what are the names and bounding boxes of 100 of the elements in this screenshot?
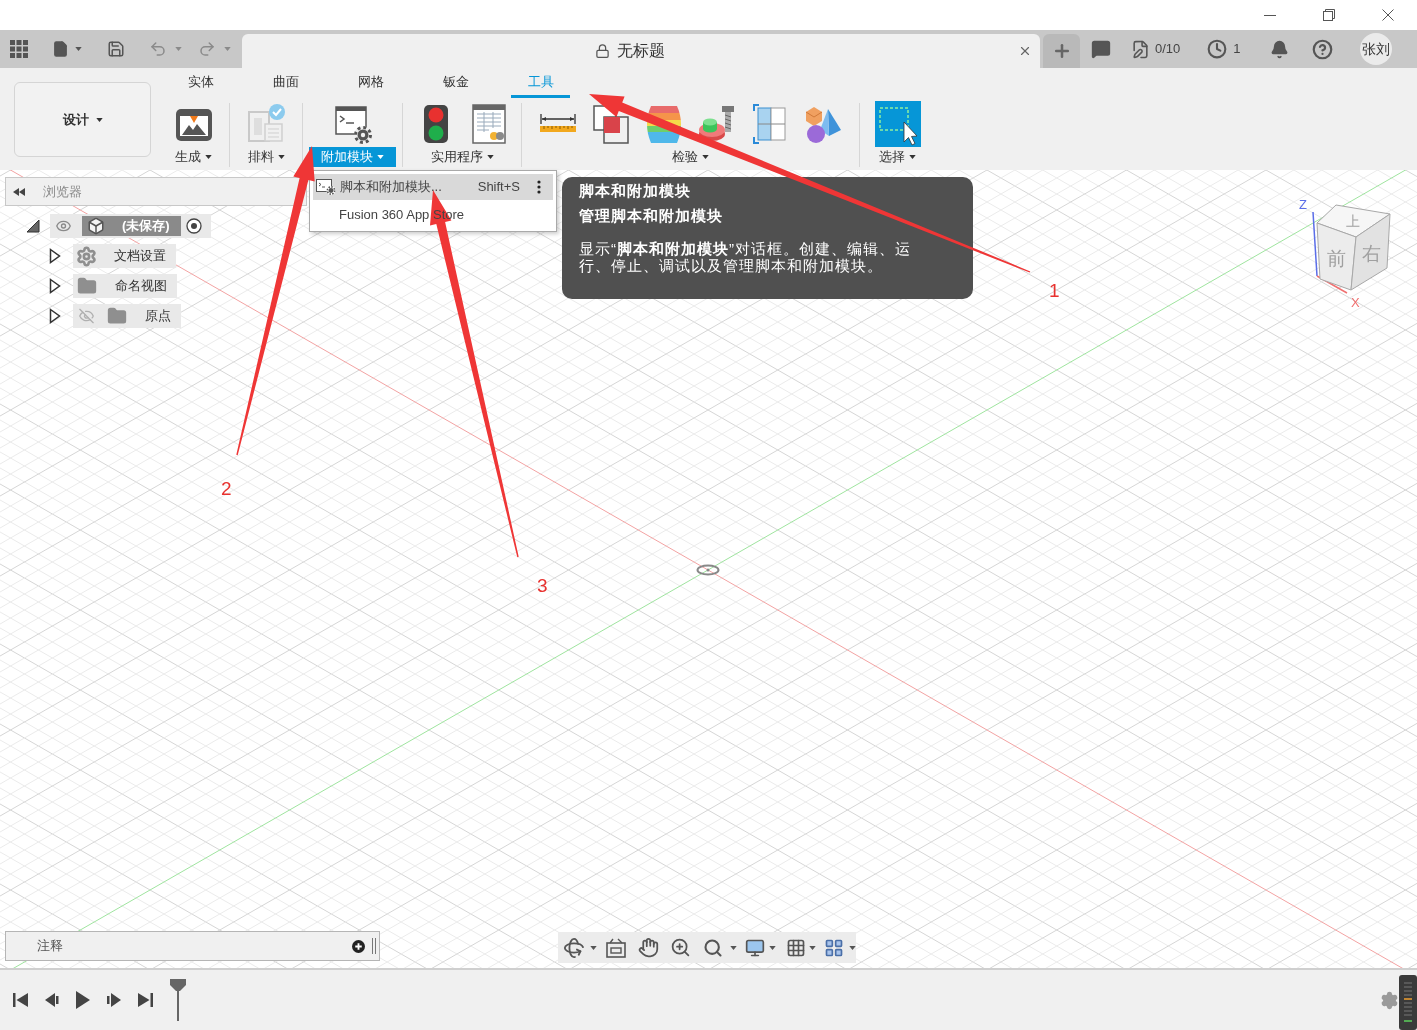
close-tab-icon[interactable] (1018, 44, 1032, 58)
caret-icon (486, 155, 494, 159)
display-monitor-icon[interactable] (745, 937, 765, 958)
tree-node[interactable]: 命名视图 (73, 274, 177, 298)
ribbon-tab[interactable]: 网格 (328, 68, 413, 100)
minimize-icon (1263, 14, 1276, 16)
document-tab[interactable]: 无标题 (242, 34, 1040, 68)
redo-icon (198, 40, 216, 58)
ribbon-tab[interactable]: 实体 (158, 68, 243, 100)
group-menu-button[interactable]: 实用程序 (418, 147, 506, 167)
apps-grid-icon[interactable] (10, 40, 28, 58)
folder-icon (76, 276, 98, 296)
cube-face-label: 前 (1326, 247, 1346, 269)
node-label: 原点 (145, 307, 171, 326)
node-label: 文档设置 (114, 247, 166, 266)
annotation-number: 1 (1049, 280, 1060, 302)
caret-icon[interactable] (769, 945, 776, 950)
menu-item[interactable]: 脚本和附加模块... Shift+S (313, 174, 553, 200)
timeline-marker-icon[interactable] (170, 979, 186, 1021)
skip-start-icon[interactable] (13, 992, 29, 1008)
select-cursor-icon[interactable] (874, 100, 921, 147)
grip-handle-icon[interactable] (372, 938, 376, 954)
axis-label: X (1351, 295, 1360, 310)
file-icon (52, 39, 69, 59)
add-circle-icon[interactable] (352, 939, 365, 953)
caret-icon[interactable] (809, 945, 816, 950)
close-icon (1381, 9, 1394, 21)
bell-icon[interactable] (1269, 39, 1289, 59)
pan-hand-icon[interactable] (638, 937, 659, 958)
skip-end-icon[interactable] (137, 992, 153, 1008)
user-avatar[interactable]: 张刘 (1359, 33, 1392, 65)
caret-icon[interactable] (590, 945, 597, 950)
step-forward-icon[interactable] (106, 992, 122, 1008)
framed-screen-icon[interactable] (606, 937, 626, 958)
cube-icon (86, 217, 106, 235)
collapsed-triangle-icon[interactable] (49, 248, 61, 264)
status-meter-icon (1399, 975, 1417, 1030)
clock-icon (1207, 39, 1228, 59)
save-icon[interactable] (107, 40, 125, 58)
collapse-panel-icon[interactable] (13, 187, 25, 196)
recent-button[interactable]: 1 (1207, 39, 1241, 59)
sheet-check-icon[interactable] (246, 102, 286, 145)
script-gear-icon (316, 179, 336, 195)
tooltip-description: 显示“脚本和附加模块”对话框。创建、编辑、运行、停止、调试以及管理脚本和附加模块。 (579, 240, 912, 274)
magnifier-icon[interactable] (703, 937, 723, 958)
caret-icon[interactable] (730, 945, 737, 950)
origin-marker-icon (696, 564, 720, 576)
caret-icon (224, 47, 231, 51)
collapsed-triangle-icon[interactable] (49, 278, 61, 294)
annotation-number: 2 (221, 478, 232, 500)
annotation-number: 3 (537, 575, 548, 597)
comments-title: 注释 (37, 937, 63, 956)
collapsed-triangle-icon[interactable] (49, 308, 61, 324)
tooltip-title: 脚本和附加模块 (579, 181, 692, 201)
caret-icon (277, 155, 285, 159)
group-menu-button[interactable]: 选择 (867, 147, 928, 167)
node-label: 命名视图 (115, 277, 167, 296)
cube-face-label: 右 (1361, 242, 1381, 264)
caret-icon (75, 47, 82, 51)
more-vertical-icon[interactable] (537, 180, 541, 194)
caret-icon[interactable] (849, 945, 856, 950)
new-tab-button[interactable] (1043, 34, 1080, 68)
workspace-menu-button[interactable]: 设计 (14, 82, 151, 157)
comment-icon[interactable] (1091, 39, 1111, 59)
grid-icon[interactable] (786, 937, 806, 958)
caret-icon (702, 155, 709, 159)
browser-title: 浏览器 (43, 182, 82, 201)
caret-icon (175, 47, 182, 51)
file-menu-button[interactable] (52, 39, 82, 59)
group-menu-button[interactable]: 生成 (163, 147, 224, 167)
folder-icon (106, 306, 128, 326)
ribbon-tab[interactable]: 钣金 (413, 68, 498, 100)
group-menu-button[interactable]: 排料 (235, 147, 297, 167)
radio-target-icon[interactable] (185, 218, 202, 234)
step-back-icon[interactable] (44, 992, 60, 1008)
undo-icon (149, 40, 167, 58)
help-icon[interactable] (1311, 38, 1333, 60)
axis-label: Z (1299, 197, 1307, 212)
play-icon[interactable] (75, 991, 91, 1009)
tree-node[interactable]: 原点 (73, 304, 181, 328)
expanded-triangle-icon[interactable] (26, 219, 40, 233)
orbit-icon[interactable] (563, 936, 585, 959)
lock-icon (595, 43, 610, 59)
caret-icon (205, 155, 212, 159)
four-squares-icon[interactable] (824, 937, 844, 958)
zoom-in-icon[interactable] (670, 937, 691, 958)
caret-icon (377, 155, 384, 159)
job-status-button[interactable]: 0/10 (1131, 39, 1181, 59)
ribbon-tab[interactable]: 曲面 (243, 68, 328, 100)
tree-node[interactable]: 文档设置 (73, 244, 176, 268)
file-edit-icon (1131, 39, 1150, 59)
document-title: 无标题 (617, 41, 665, 61)
caret-icon (909, 155, 916, 159)
restore-icon (1322, 9, 1335, 21)
cube-face-label: 上 (1346, 213, 1360, 229)
gear-icon (76, 245, 97, 267)
eye-icon[interactable] (53, 218, 74, 234)
group-menu-button[interactable]: 检验 (660, 147, 721, 167)
caret-icon (95, 117, 103, 122)
tooltip-subtitle: 管理脚本和附加模块 (579, 206, 724, 226)
